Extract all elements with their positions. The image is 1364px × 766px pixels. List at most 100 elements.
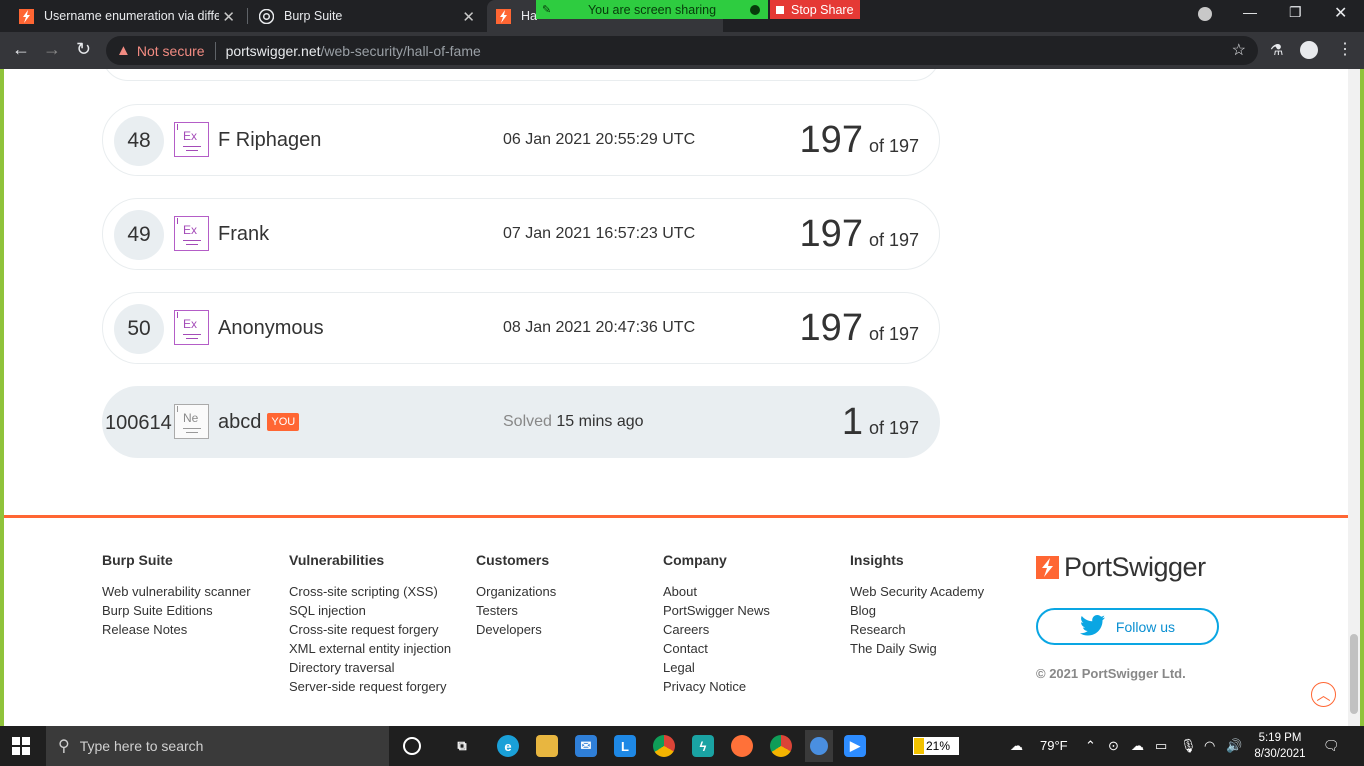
battery-indicator[interactable]: 21% [913,737,959,755]
microphone-icon[interactable]: 🎙 [1180,738,1197,754]
address-bar[interactable]: ▲ Not secure portswigger.net /web-securi… [106,36,1258,65]
footer-link[interactable]: Web vulnerability scanner [102,582,251,601]
footer-link[interactable]: Release Notes [102,620,251,639]
windows-start-icon[interactable] [12,737,30,755]
level-label: Ex [183,317,198,331]
leaderboard-row: 48 Ex F Riphagen 06 Jan 2021 20:55:29 UT… [102,104,940,176]
footer-link[interactable]: Testers [476,601,556,620]
level-expert-icon: Ex [174,310,209,345]
footer-link[interactable]: The Daily Swig [850,639,984,658]
footer-column-company: Company About PortSwigger News Careers C… [663,552,770,696]
back-arrow-icon[interactable]: ← [12,39,30,60]
wifi-icon[interactable]: ◠ [1204,738,1215,754]
scroll-to-top-icon[interactable]: ︿ [1311,682,1336,707]
menu-kebab-icon[interactable]: ⋮ [1337,39,1353,59]
firefox-icon[interactable] [731,735,753,757]
stop-share-label: Stop Share [791,2,854,17]
scrollbar-thumb[interactable] [1350,634,1358,714]
footer-link[interactable]: Server-side request forgery [289,677,451,696]
reload-icon[interactable]: ↻ [76,39,91,60]
meet-now-icon[interactable]: ⊙ [1108,738,1119,754]
security-status[interactable]: Not secure [137,43,205,59]
profile-avatar-icon[interactable] [1300,41,1318,59]
app-bolt-icon[interactable]: ϟ [692,735,714,757]
footer-link[interactable]: XML external entity injection [289,639,451,658]
system-clock[interactable]: 5:19 PM 8/30/2021 [1252,730,1308,762]
tab-username-enumeration[interactable]: Username enumeration via differ ✕ [10,0,245,32]
footer-link[interactable]: Directory traversal [289,658,451,677]
score: 197 of 197 [800,213,919,256]
restore-button[interactable]: ❐ [1289,4,1302,21]
tab-title: Ha [521,9,537,23]
score-total: of 197 [868,230,919,250]
app-l-icon[interactable]: L [614,735,636,757]
score-value: 197 [799,119,863,161]
solved-when: 15 mins ago [556,413,644,430]
file-explorer-icon[interactable] [536,735,558,757]
chevron-up-icon[interactable]: ⌃ [1085,738,1096,754]
footer-link[interactable]: Privacy Notice [663,677,770,696]
taskbar-search-box[interactable]: ⚲ Type here to search [46,726,389,766]
task-view-icon[interactable]: ⧉ [451,735,473,757]
footer-link[interactable]: Web Security Academy [850,582,984,601]
footer-column-burp-suite: Burp Suite Web vulnerability scanner Bur… [102,552,251,639]
portswigger-favicon-icon [18,8,34,24]
close-tab-icon[interactable]: ✕ [222,8,235,26]
brand-wordmark: PortSwigger [1064,552,1206,582]
footer-link[interactable]: PortSwigger News [663,601,770,620]
footer-link[interactable]: Cross-site request forgery [289,620,451,639]
cortana-icon[interactable] [403,737,421,755]
temperature[interactable]: 79°F [1040,738,1068,753]
footer-link[interactable]: About [663,582,770,601]
weather-icon[interactable]: ☁ [1010,738,1023,754]
footer-column-insights: Insights Web Security Academy Blog Resea… [850,552,984,658]
footer-column-customers: Customers Organizations Testers Develope… [476,552,556,639]
battery-percent: 21% [926,739,951,753]
tab-search-icon[interactable] [1198,7,1212,21]
minimize-button[interactable]: — [1243,4,1257,20]
user-name: Anonymous [218,317,324,339]
chrome-active-icon[interactable] [805,730,833,762]
portswigger-logo[interactable]: PortSwigger [1036,552,1206,583]
follow-label: Follow us [1115,618,1176,635]
edge-icon[interactable]: e [497,735,519,757]
close-window-button[interactable]: ✕ [1334,3,1347,23]
footer-link[interactable]: Burp Suite Editions [102,601,251,620]
browser-tab-strip: Username enumeration via differ ✕ Burp S… [0,0,1364,32]
you-badge: YOU [267,413,300,431]
footer-link[interactable]: SQL injection [289,601,451,620]
browser-toolbar: ← → ↻ ▲ Not secure portswigger.net /web-… [0,32,1364,69]
tab-burp-suite[interactable]: Burp Suite ✕ [250,0,485,32]
footer-link[interactable]: Developers [476,620,556,639]
battery-icon[interactable]: ▭ [1155,738,1167,754]
level-newbie-icon: Ne [174,404,209,439]
mail-icon[interactable]: ✉ [575,735,597,757]
chrome-icon[interactable] [653,735,675,757]
onedrive-icon[interactable]: ☁ [1131,738,1144,754]
leaderboard-row: 50 Ex Anonymous 08 Jan 2021 20:47:36 UTC… [102,292,940,364]
footer-link[interactable]: Legal [663,658,770,677]
close-tab-icon[interactable]: ✕ [462,8,475,26]
footer-link[interactable]: Contact [663,639,770,658]
completion-date: 08 Jan 2021 20:47:36 UTC [503,319,696,336]
labs-flask-icon[interactable]: ⚗ [1270,41,1283,59]
footer-link[interactable]: Blog [850,601,984,620]
footer-link[interactable]: Careers [663,620,770,639]
volume-icon[interactable]: 🔊 [1226,738,1242,754]
score: 197 of 197 [800,119,919,162]
stop-share-button[interactable]: Stop Share [770,0,860,19]
page-scrollbar[interactable] [1348,69,1360,726]
shield-icon [750,4,760,15]
score-value: 197 [799,307,863,349]
twitter-follow-button[interactable]: Follow us [1036,608,1219,645]
user-name: Frank [218,223,270,245]
zoom-icon[interactable]: ▶ [844,735,866,757]
forward-arrow-icon[interactable]: → [43,39,61,60]
footer-link[interactable]: Research [850,620,984,639]
notifications-icon[interactable]: 🗨 [1323,738,1340,754]
score-value: 1 [841,401,863,443]
bookmark-star-icon[interactable]: ☆ [1232,40,1246,60]
chrome-profile-icon[interactable] [770,735,792,757]
footer-link[interactable]: Cross-site scripting (XSS) [289,582,451,601]
footer-link[interactable]: Organizations [476,582,556,601]
